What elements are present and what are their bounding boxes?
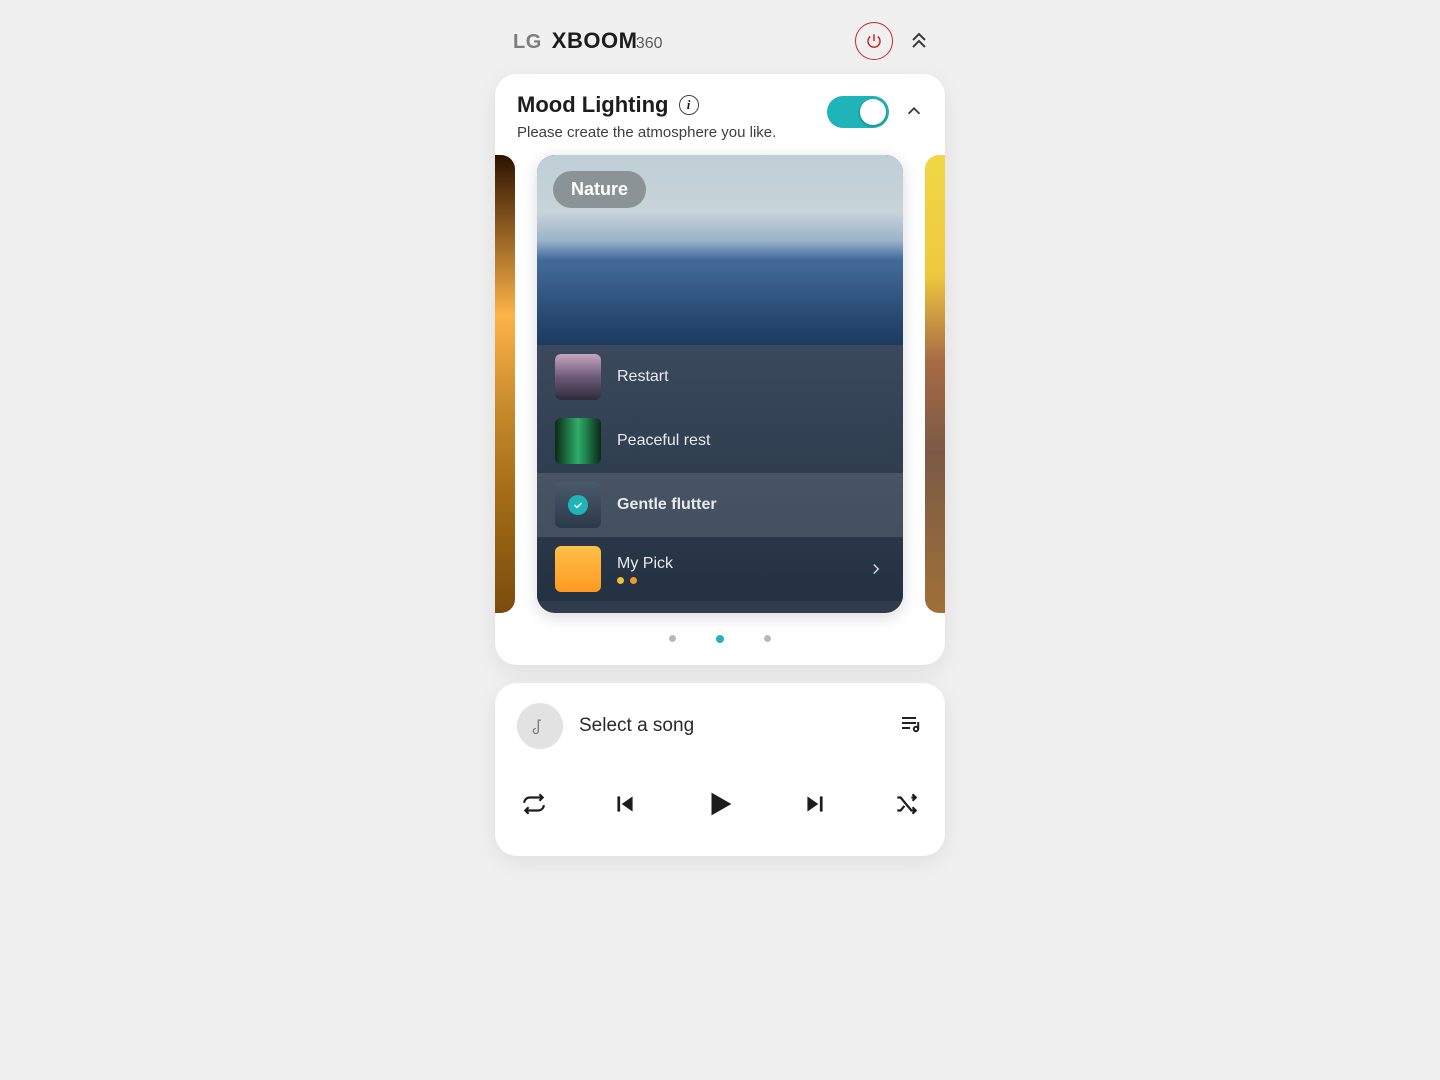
brand-sub: 360 [636,35,663,52]
preset-thumb [555,354,601,400]
repeat-button[interactable] [521,791,547,822]
preset-label: My Pick [617,555,851,573]
app-bar: LG XBOOM 360 [495,12,945,74]
play-button[interactable] [703,787,737,826]
check-icon [568,495,588,515]
mypick-color-dots [617,577,851,584]
category-hero-image: Nature [537,155,903,345]
skip-next-icon [802,791,828,817]
brand-main: XBOOM [552,28,638,53]
skip-previous-icon [612,791,638,817]
preset-item-selected[interactable]: Gentle flutter [537,473,903,537]
preset-item[interactable]: Peaceful rest [537,409,903,473]
brand-lg: LG [513,31,542,54]
mood-title: Mood Lighting [517,92,669,118]
mood-carousel[interactable]: Nature Restart Peaceful rest [495,155,945,625]
carousel-prev-peek[interactable] [495,155,515,613]
prev-button[interactable] [612,791,638,822]
power-icon [865,32,883,50]
preset-thumb [555,546,601,592]
preset-item-mypick[interactable]: My Pick [537,537,903,601]
shuffle-button[interactable] [893,791,919,822]
collapse-icon[interactable] [907,29,931,53]
mood-toggle[interactable] [827,96,889,128]
shuffle-icon [893,791,919,817]
repeat-icon [521,791,547,817]
power-button[interactable] [855,22,893,60]
music-note-icon [517,703,563,749]
carousel-next-peek[interactable] [925,155,945,613]
category-chip: Nature [553,171,646,208]
next-button[interactable] [802,791,828,822]
chevron-right-icon [867,560,885,578]
preset-thumb [555,482,601,528]
pager-dot[interactable] [669,635,676,642]
carousel-pager[interactable] [495,625,945,665]
mood-subtitle: Please create the atmosphere you like. [517,124,813,141]
now-playing-title[interactable]: Select a song [579,715,883,737]
pager-dot[interactable] [764,635,771,642]
mood-category-card: Nature Restart Peaceful rest [537,155,903,613]
preset-label: Gentle flutter [617,496,885,514]
mood-lighting-card: Mood Lighting i Please create the atmosp… [495,74,945,665]
brand: LG XBOOM 360 [513,28,663,54]
preset-label: Peaceful rest [617,432,885,450]
preset-thumb [555,418,601,464]
preset-label: Restart [617,368,885,386]
chevron-up-icon[interactable] [903,100,925,122]
info-icon[interactable]: i [679,95,699,115]
queue-button[interactable] [899,712,923,741]
preset-item[interactable]: Restart [537,345,903,409]
pager-dot-active[interactable] [716,635,724,643]
player-card: Select a song [495,683,945,856]
play-icon [703,787,737,821]
